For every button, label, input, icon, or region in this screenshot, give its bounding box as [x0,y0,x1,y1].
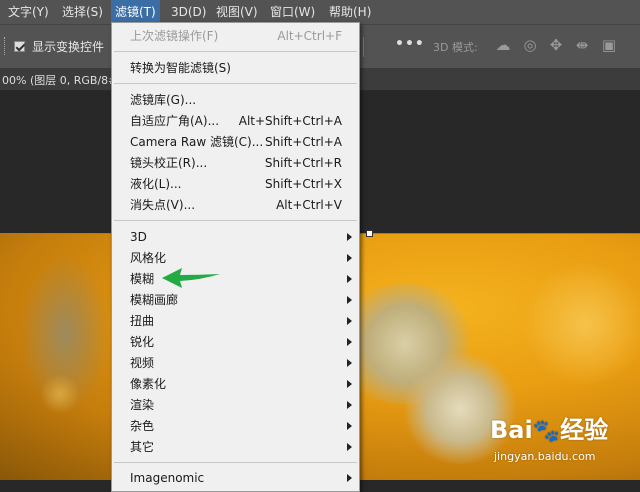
menu-item-camera-raw[interactable]: Camera Raw 滤镜(C)... Shift+Ctrl+A [112,132,359,153]
menu-bar: 文字(Y) 选择(S) 滤镜(T) 3D(D) 视图(V) 窗口(W) 帮助(H… [0,0,640,24]
menu-item-3d[interactable]: 3D [112,227,359,248]
menu-view[interactable]: 视图(V) [212,0,262,24]
transform-handle[interactable] [366,230,373,237]
options-grip[interactable] [4,37,7,55]
menu-item-stylize[interactable]: 风格化 [112,248,359,269]
annotation-arrow-icon [162,268,220,288]
menu-select[interactable]: 选择(S) [58,0,107,24]
submenu-arrow-icon [347,422,352,430]
menu-item-liquify[interactable]: 液化(L)... Shift+Ctrl+X [112,174,359,195]
menu-item-noise[interactable]: 杂色 [112,416,359,437]
watermark-url: jingyan.baidu.com [494,450,596,463]
menu-separator [114,83,357,84]
menu-item-blur[interactable]: 模糊 [112,269,359,290]
filter-menu: 上次滤镜操作(F) Alt+Ctrl+F 转换为智能滤镜(S) 滤镜库(G)...… [111,22,360,492]
menu-type[interactable]: 文字(Y) [4,0,53,24]
menu-item-pixelate[interactable]: 像素化 [112,374,359,395]
menu-item-blur-gallery[interactable]: 模糊画廊 [112,290,359,311]
menu-window[interactable]: 窗口(W) [266,0,319,24]
menu-item-smart-filter[interactable]: 转换为智能滤镜(S) [112,58,359,79]
menu-item-vanishing-point[interactable]: 消失点(V)... Alt+Ctrl+V [112,195,359,216]
menu-item-other[interactable]: 其它 [112,437,359,458]
slide-icon[interactable]: ⇼ [573,36,591,54]
document-tab[interactable]: 00% (图层 0, RGB/8# [2,72,117,88]
submenu-arrow-icon [347,359,352,367]
submenu-arrow-icon [347,275,352,283]
submenu-arrow-icon [347,474,352,482]
submenu-arrow-icon [347,233,352,241]
menu-item-filter-gallery[interactable]: 滤镜库(G)... [112,90,359,111]
menu-separator [114,220,357,221]
menu-item-lens-correction[interactable]: 镜头校正(R)... Shift+Ctrl+R [112,153,359,174]
menu-3d[interactable]: 3D(D) [167,0,210,24]
submenu-arrow-icon [347,380,352,388]
options-separator [363,37,364,57]
menu-item-adaptive-wide-angle[interactable]: 自适应广角(A)... Alt+Shift+Ctrl+A [112,111,359,132]
scale-icon[interactable]: ▣ [600,36,618,54]
watermark-logo: Bai🐾经验 [490,416,609,444]
submenu-arrow-icon [347,254,352,262]
menu-separator [114,462,357,463]
menu-item-sharpen[interactable]: 锐化 [112,332,359,353]
watermark: Bai🐾经验 jingyan.baidu.com [490,410,640,480]
roll-icon[interactable]: ◎ [521,36,539,54]
orbit-icon[interactable]: ☁ [494,36,512,54]
more-dots-icon[interactable]: ••• [395,36,425,52]
menu-item-last-filter[interactable]: 上次滤镜操作(F) Alt+Ctrl+F [112,26,359,47]
pan-icon[interactable]: ✥ [547,36,565,54]
menu-item-render[interactable]: 渲染 [112,395,359,416]
menu-item-imagenomic[interactable]: Imagenomic [112,468,359,489]
menu-filter[interactable]: 滤镜(T) [111,0,160,24]
mode-3d-label: 3D 模式: [433,41,478,54]
show-transform-checkbox[interactable] [14,41,25,52]
submenu-arrow-icon [347,401,352,409]
menu-separator [114,51,357,52]
menu-item-distort[interactable]: 扭曲 [112,311,359,332]
show-transform-label: 显示变换控件 [32,40,105,54]
submenu-arrow-icon [347,443,352,451]
submenu-arrow-icon [347,338,352,346]
menu-help[interactable]: 帮助(H) [325,0,375,24]
menu-item-video[interactable]: 视频 [112,353,359,374]
submenu-arrow-icon [347,317,352,325]
submenu-arrow-icon [347,296,352,304]
